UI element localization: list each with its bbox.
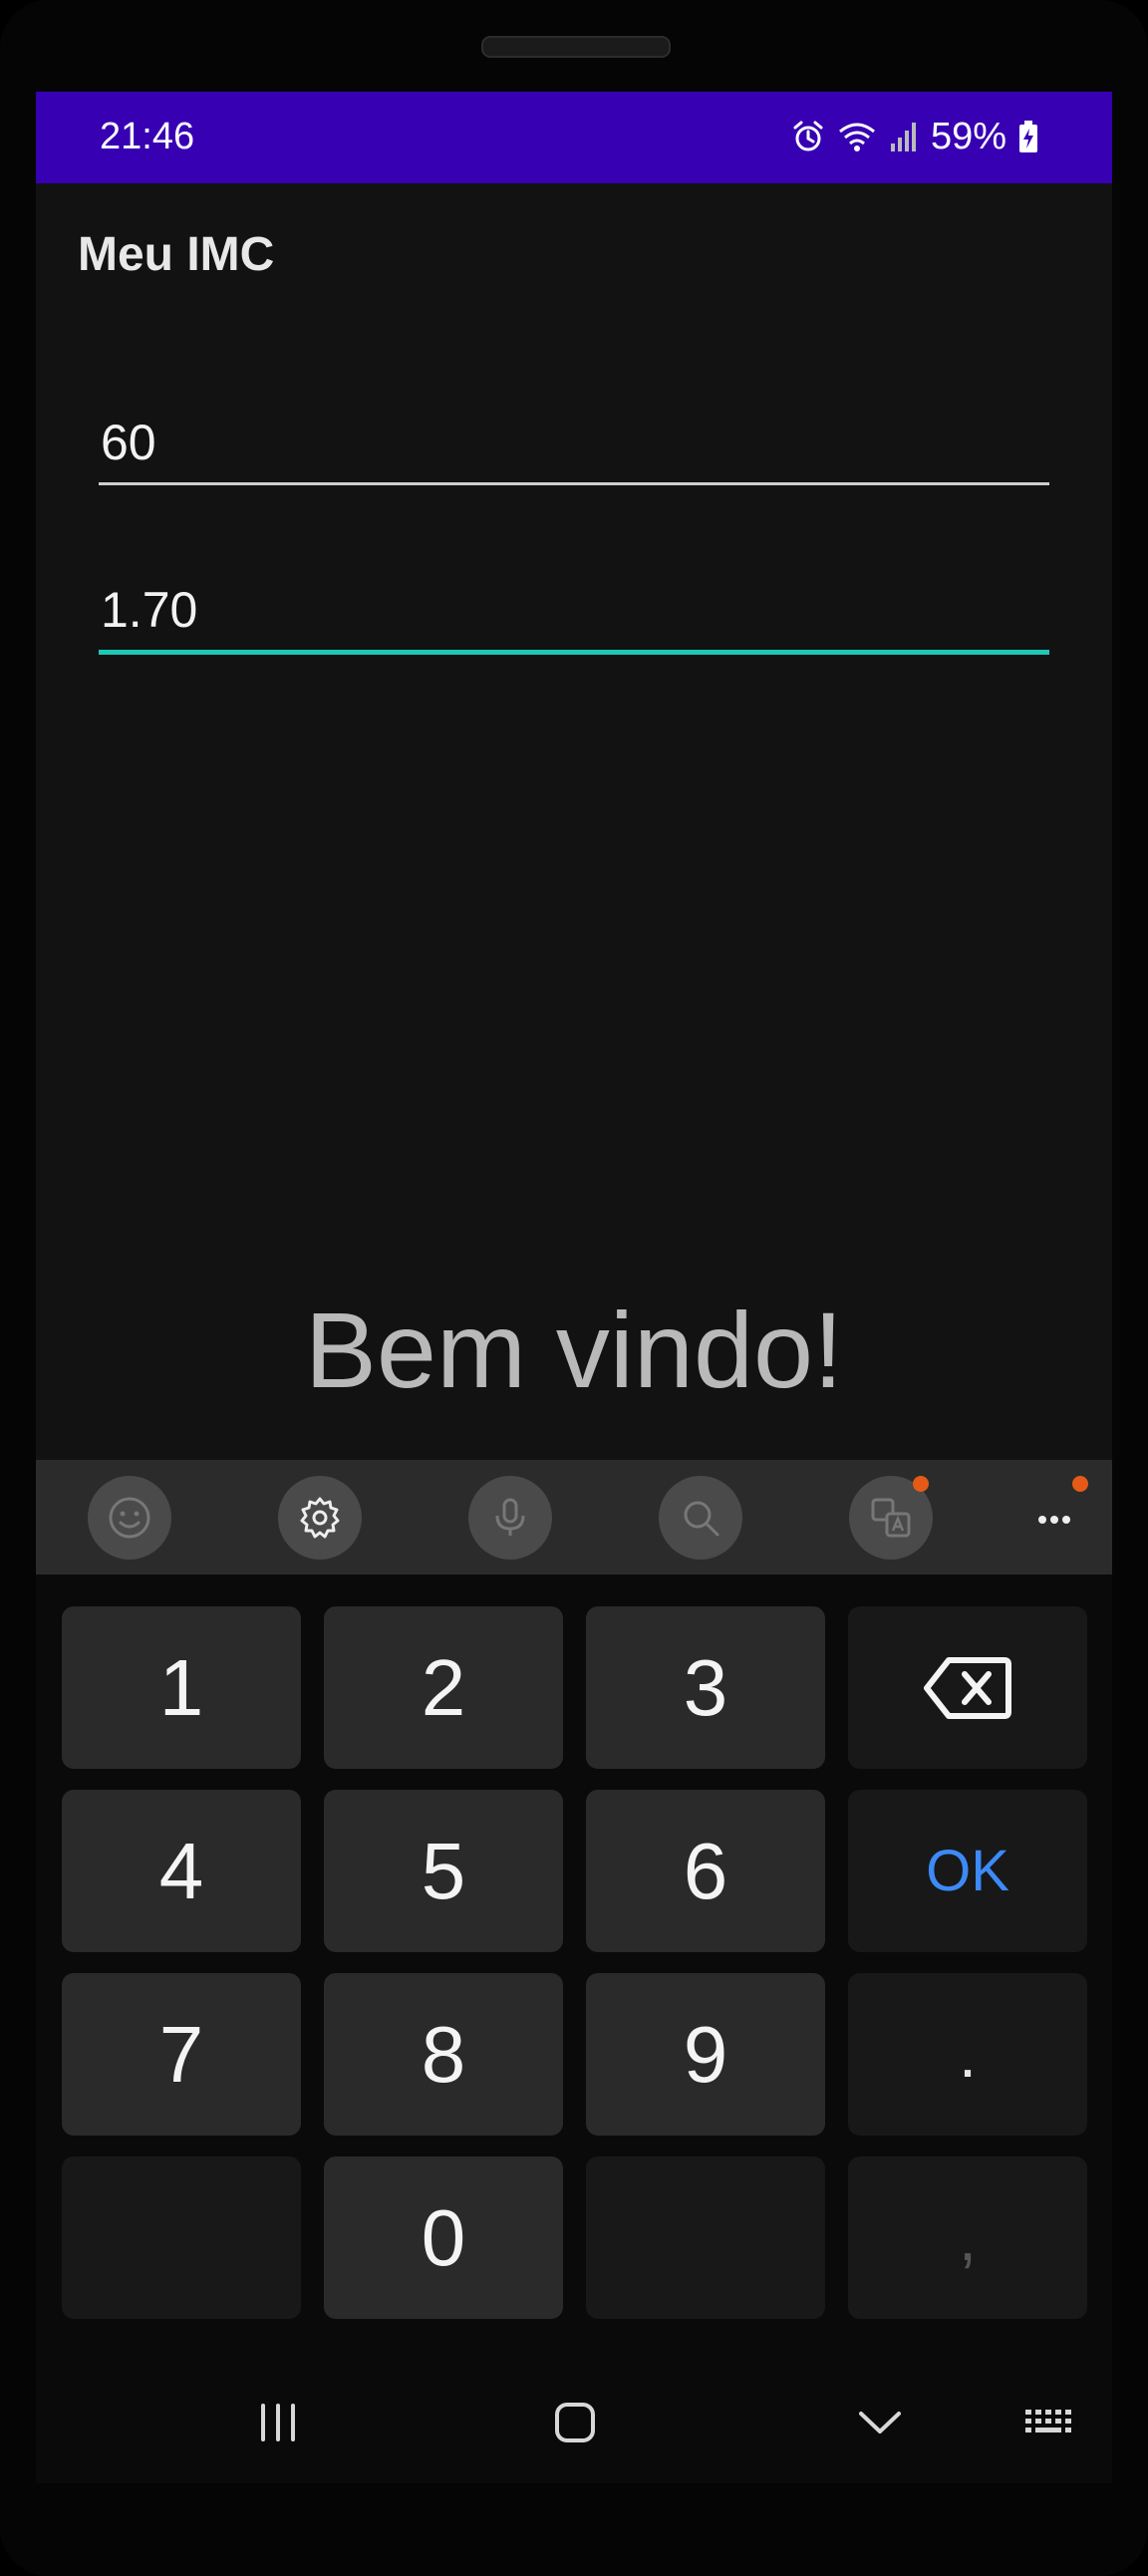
blank-key-right <box>586 2156 825 2319</box>
key-0[interactable]: 0 <box>324 2156 563 2319</box>
more-notification-dot <box>1072 1476 1088 1492</box>
ok-key[interactable]: OK <box>848 1790 1087 1952</box>
battery-percent: 59% <box>930 115 1006 157</box>
height-field-underline <box>99 650 1049 655</box>
weight-input[interactable]: 60 <box>99 413 1049 472</box>
device-frame: 21:46 59% Meu IMC 60 1.70 Bem vindo! 1 2… <box>0 0 1148 2576</box>
comma-key[interactable]: , <box>848 2156 1087 2319</box>
wifi-icon <box>837 120 877 153</box>
key-9[interactable]: 9 <box>586 1973 825 2136</box>
backspace-icon <box>924 1656 1011 1719</box>
key-5[interactable]: 5 <box>324 1790 563 1952</box>
status-bar: 21:46 59% <box>36 92 1112 183</box>
dot-key[interactable]: . <box>848 1973 1087 2136</box>
more-options-icon[interactable] <box>1024 1510 1084 1530</box>
battery-charging-icon <box>1018 120 1038 153</box>
key-2[interactable]: 2 <box>324 1606 563 1769</box>
emoji-icon[interactable] <box>88 1476 171 1560</box>
height-field[interactable]: 1.70 <box>99 580 1049 655</box>
search-icon[interactable] <box>659 1476 742 1560</box>
earpiece-speaker <box>481 36 671 58</box>
numeric-keyboard: 1 2 3 4 5 6 OK 7 8 9 . 0 , <box>36 1574 1112 2362</box>
notification-dot <box>913 1476 929 1492</box>
status-icons: 59% <box>791 112 1038 161</box>
back-icon[interactable] <box>855 2398 905 2447</box>
microphone-icon[interactable] <box>468 1476 552 1560</box>
navigation-bar <box>36 2362 1112 2483</box>
key-4[interactable]: 4 <box>62 1790 301 1952</box>
key-7[interactable]: 7 <box>62 1973 301 2136</box>
weight-field-underline <box>99 482 1049 485</box>
status-time: 21:46 <box>100 116 195 157</box>
keyboard-switch-icon[interactable] <box>1022 2398 1078 2447</box>
signal-icon <box>889 120 919 153</box>
alarm-icon <box>791 120 825 153</box>
key-8[interactable]: 8 <box>324 1973 563 2136</box>
keyboard-toolbar <box>36 1460 1112 1574</box>
welcome-message: Bem vindo! <box>304 1289 844 1410</box>
key-6[interactable]: 6 <box>586 1790 825 1952</box>
backspace-key[interactable] <box>848 1606 1087 1769</box>
blank-key-left <box>62 2156 301 2319</box>
key-1[interactable]: 1 <box>62 1606 301 1769</box>
phone-screen: 21:46 59% Meu IMC 60 1.70 Bem vindo! 1 2… <box>36 92 1112 2483</box>
home-icon[interactable] <box>550 2398 600 2447</box>
height-input[interactable]: 1.70 <box>99 580 1049 640</box>
settings-icon[interactable] <box>278 1476 362 1560</box>
app-title: Meu IMC <box>78 228 275 281</box>
recent-apps-icon[interactable] <box>253 2398 303 2447</box>
key-3[interactable]: 3 <box>586 1606 825 1769</box>
weight-field[interactable]: 60 <box>99 413 1049 485</box>
